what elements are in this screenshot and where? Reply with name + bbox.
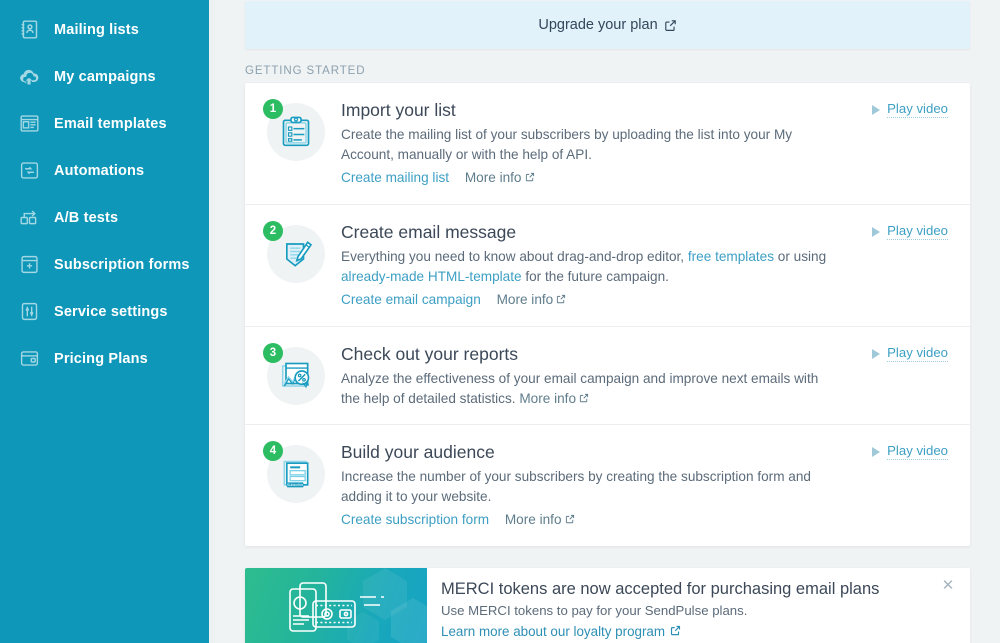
address-book-icon — [18, 19, 40, 41]
getting-started-card-list: 1 Import your list Create the mailing li… — [245, 83, 970, 546]
external-link-icon — [670, 624, 681, 639]
play-video-label: Play video — [887, 443, 948, 460]
main-content: Upgrade your plan GETTING STARTED 1 Impo… — [215, 0, 1000, 643]
svg-text:Subscribe: Subscribe — [287, 483, 303, 487]
upgrade-plan-banner[interactable]: Upgrade your plan — [245, 1, 970, 49]
ab-split-icon — [18, 207, 40, 229]
play-triangle-icon — [872, 348, 881, 359]
external-link-icon — [664, 19, 677, 32]
external-link-icon — [565, 512, 575, 527]
sidebar-item-pricing-plans[interactable]: Pricing Plans — [0, 335, 209, 382]
wallet-card-icon — [289, 582, 384, 632]
sidebar-item-label: Pricing Plans — [54, 350, 148, 367]
create-subscription-form-link[interactable]: Create subscription form — [341, 512, 489, 527]
report-chart-icon — [281, 362, 310, 389]
sidebar-item-label: Service settings — [54, 303, 168, 320]
upload-cloud-icon — [18, 66, 40, 88]
sidebar-item-my-campaigns[interactable]: My campaigns — [0, 53, 209, 100]
page-title: GETTING STARTED — [245, 65, 366, 77]
external-link-icon — [525, 170, 535, 185]
play-video-label: Play video — [887, 101, 948, 118]
promo-banner: MERCI tokens are now accepted for purcha… — [245, 568, 970, 643]
getting-started-card: 3 Check out your reports Analyze the eff… — [245, 327, 970, 425]
promo-text: MERCI tokens are now accepted for purcha… — [427, 568, 970, 643]
getting-started-card: 4 Subscribe Build your audience Increase… — [245, 425, 970, 546]
step-badge: 1 — [263, 99, 283, 119]
document-pen-icon — [286, 241, 313, 267]
more-info-link[interactable]: More info — [519, 391, 589, 406]
play-video-link[interactable]: Play video — [872, 101, 948, 118]
promo-title: MERCI tokens are now accepted for purcha… — [441, 580, 880, 598]
create-email-campaign-link[interactable]: Create email campaign — [341, 292, 481, 307]
card-description: Increase the number of your subscribers … — [341, 469, 811, 504]
step-badge: 3 — [263, 343, 283, 363]
more-info-link[interactable]: More info — [465, 170, 535, 185]
sliders-icon — [18, 301, 40, 323]
html-template-link[interactable]: already-made HTML-template — [341, 269, 522, 284]
card-description: Create the mailing list of your subscrib… — [341, 127, 793, 162]
card-links: Create email campaign More info — [341, 290, 838, 310]
promo-illustration — [245, 568, 427, 643]
free-templates-link[interactable]: free templates — [688, 249, 774, 264]
sidebar-item-automations[interactable]: Automations — [0, 147, 209, 194]
sidebar-item-label: Mailing lists — [54, 21, 139, 38]
promo-link-label: Learn more about our loyalty program — [441, 624, 666, 639]
external-link-icon — [579, 391, 589, 406]
play-video-label: Play video — [887, 345, 948, 362]
card-description: Analyze the effectiveness of your email … — [341, 371, 819, 406]
loyalty-program-link[interactable]: Learn more about our loyalty program — [441, 624, 681, 639]
getting-started-card: 1 Import your list Create the mailing li… — [245, 83, 970, 205]
card-body: Build your audience Increase the number … — [341, 441, 948, 530]
card-title: Create email message — [341, 222, 517, 242]
sidebar-item-service-settings[interactable]: Service settings — [0, 288, 209, 335]
card-illustration: 4 Subscribe — [263, 441, 327, 530]
promo-subtitle: Use MERCI tokens to pay for your SendPul… — [441, 603, 748, 618]
template-grid-icon — [18, 113, 40, 135]
play-video-link[interactable]: Play video — [872, 345, 948, 362]
card-links: Create subscription form More info — [341, 510, 838, 530]
card-illustration: 1 — [263, 99, 327, 188]
more-info-link[interactable]: More info — [497, 292, 567, 307]
step-badge: 2 — [263, 221, 283, 241]
sidebar-item-label: Subscription forms — [54, 256, 190, 273]
card-links: Create mailing list More info — [341, 168, 838, 188]
play-triangle-icon — [872, 446, 881, 457]
clipboard-list-icon — [282, 116, 310, 147]
sidebar-item-label: Automations — [54, 162, 145, 179]
card-title: Build your audience — [341, 442, 495, 462]
card-description: Everything you need to know about drag-a… — [341, 249, 827, 284]
card-illustration: 2 — [263, 221, 327, 310]
sidebar: Mailing lists My campaigns Email templat… — [0, 0, 209, 643]
app-root: Mailing lists My campaigns Email templat… — [0, 0, 1000, 643]
automation-flow-icon — [18, 160, 40, 182]
sidebar-item-email-templates[interactable]: Email templates — [0, 100, 209, 147]
price-tag-icon — [18, 348, 40, 370]
card-body: Create email message Everything you need… — [341, 221, 948, 310]
more-info-link[interactable]: More info — [505, 512, 575, 527]
sidebar-item-subscription-forms[interactable]: Subscription forms — [0, 241, 209, 288]
play-video-label: Play video — [887, 223, 948, 240]
card-title: Check out your reports — [341, 344, 519, 364]
sidebar-item-label: Email templates — [54, 115, 167, 132]
upgrade-plan-label: Upgrade your plan — [538, 17, 658, 33]
create-mailing-list-link[interactable]: Create mailing list — [341, 170, 449, 185]
play-video-link[interactable]: Play video — [872, 223, 948, 240]
subscribe-form-icon: Subscribe — [283, 460, 309, 488]
play-video-link[interactable]: Play video — [872, 443, 948, 460]
play-triangle-icon — [872, 226, 881, 237]
step-badge: 4 — [263, 441, 283, 461]
card-body: Check out your reports Analyze the effec… — [341, 343, 948, 408]
card-body: Import your list Create the mailing list… — [341, 99, 948, 188]
card-illustration: 3 — [263, 343, 327, 408]
sidebar-item-label: A/B tests — [54, 209, 119, 226]
close-icon[interactable]: ✕ — [940, 578, 956, 594]
sidebar-item-label: My campaigns — [54, 68, 156, 85]
sidebar-item-ab-tests[interactable]: A/B tests — [0, 194, 209, 241]
play-triangle-icon — [872, 104, 881, 115]
getting-started-card: 2 Create email message Everything you ne… — [245, 205, 970, 327]
form-plus-icon — [18, 254, 40, 276]
card-title: Import your list — [341, 100, 456, 120]
sidebar-item-mailing-lists[interactable]: Mailing lists — [0, 6, 209, 53]
external-link-icon — [556, 292, 566, 307]
